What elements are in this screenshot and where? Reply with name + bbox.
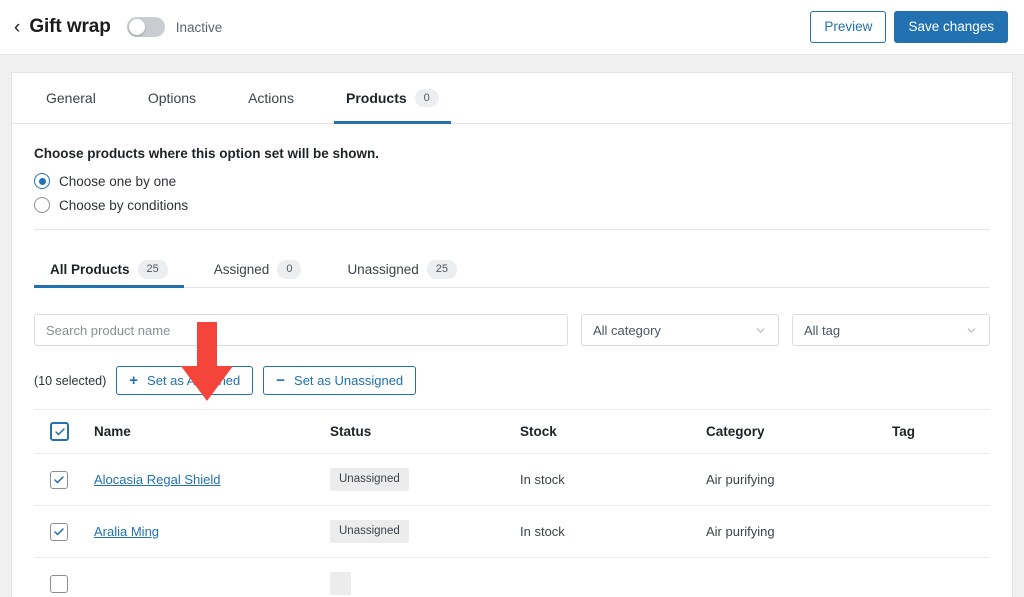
product-name-link[interactable]: Aralia Ming: [94, 524, 159, 539]
minus-icon: −: [276, 372, 286, 389]
back-chevron-icon[interactable]: ‹: [14, 18, 20, 37]
products-table-head: Name Status Stock Category Tag: [34, 409, 990, 454]
tab-actions[interactable]: Actions: [236, 73, 306, 123]
table-row: [34, 557, 990, 597]
subtab-all-products-label: All Products: [50, 262, 130, 277]
save-changes-button[interactable]: Save changes: [894, 11, 1008, 43]
row-tag-cell: [892, 453, 990, 506]
product-name-link[interactable]: Alocasia Regal Shield: [94, 472, 220, 487]
subtab-assigned-label: Assigned: [213, 262, 270, 277]
products-table-body: Alocasia Regal Shield Unassigned In stoc…: [34, 453, 990, 597]
selected-count-label: (10 selected): [34, 373, 107, 388]
select-all-checkbox[interactable]: [50, 422, 69, 441]
row-tag-cell: [892, 557, 990, 597]
column-header-name[interactable]: Name: [94, 409, 330, 454]
status-badge: Unassigned: [330, 468, 409, 491]
column-header-stock[interactable]: Stock: [520, 409, 706, 454]
row-checkbox[interactable]: [50, 470, 68, 489]
option-set-card: General Options Actions Products 0 Choos…: [11, 72, 1013, 597]
chevron-down-icon: [754, 324, 767, 337]
row-status-cell: Unassigned: [330, 505, 520, 558]
toggle-knob: [128, 19, 145, 35]
status-badge: Unassigned: [330, 520, 409, 543]
subtab-unassigned[interactable]: Unassigned 25: [331, 252, 473, 287]
top-bar: ‹ Gift wrap Inactive Preview Save change…: [0, 0, 1024, 55]
tab-general-label: General: [46, 90, 96, 106]
set-as-unassigned-label: Set as Unassigned: [294, 373, 404, 388]
set-as-unassigned-button[interactable]: − Set as Unassigned: [263, 366, 417, 395]
row-select-cell: [34, 505, 94, 558]
choose-prompt: Choose products where this option set wi…: [34, 146, 380, 161]
main-tab-bar: General Options Actions Products 0: [12, 73, 1012, 124]
row-checkbox[interactable]: [50, 574, 68, 593]
subtab-all-products[interactable]: All Products 25: [34, 252, 184, 288]
tab-products-label: Products: [345, 90, 407, 106]
set-as-assigned-label: Set as Assigned: [147, 373, 241, 388]
tab-options-label: Options: [147, 90, 197, 106]
column-header-tag[interactable]: Tag: [892, 409, 990, 454]
select-all-cell: [34, 409, 94, 454]
column-header-category[interactable]: Category: [706, 409, 892, 454]
category-select[interactable]: All category: [581, 314, 779, 346]
row-stock-cell: In stock: [520, 505, 706, 558]
row-select-cell: [34, 557, 94, 597]
row-status-cell: Unassigned: [330, 453, 520, 506]
subtab-unassigned-count: 25: [426, 260, 457, 279]
tag-select[interactable]: All tag: [792, 314, 990, 346]
row-category-cell: Air purifying: [706, 505, 892, 558]
active-toggle[interactable]: [126, 17, 165, 37]
column-header-status[interactable]: Status: [330, 409, 520, 454]
row-name-cell: [94, 557, 330, 597]
table-row: Aralia Ming Unassigned In stock Air puri…: [34, 505, 990, 558]
radio-choose-by-conditions[interactable]: Choose by conditions: [34, 197, 990, 213]
card-body: Choose products where this option set wi…: [12, 124, 1012, 597]
tab-options[interactable]: Options: [136, 73, 208, 123]
tab-actions-label: Actions: [248, 90, 294, 106]
radio-choose-one-by-one[interactable]: Choose one by one: [34, 173, 990, 189]
row-category-cell: Air purifying: [706, 453, 892, 506]
chevron-down-icon: [965, 324, 978, 337]
radio-by-conditions-label: Choose by conditions: [59, 197, 189, 213]
product-filter-tab-bar: All Products 25 Assigned 0 Unassigned 25: [34, 252, 990, 288]
tab-products-count: 0: [414, 88, 439, 108]
preview-button[interactable]: Preview: [810, 11, 887, 43]
row-category-cell: [706, 557, 892, 597]
toggle-status-label: Inactive: [175, 19, 223, 35]
section-divider: [34, 229, 990, 230]
row-stock-cell: [520, 557, 706, 597]
filter-row: All category All tag: [34, 314, 990, 346]
tab-products[interactable]: Products 0: [333, 73, 451, 124]
category-select-value: All category: [593, 322, 661, 338]
subtab-assigned[interactable]: Assigned 0: [198, 252, 318, 287]
table-header-row: Name Status Stock Category Tag: [34, 409, 990, 454]
row-name-cell: Aralia Ming: [94, 505, 330, 558]
row-tag-cell: [892, 505, 990, 558]
status-badge: [330, 572, 352, 595]
radio-one-by-one-icon: [34, 173, 50, 189]
subtab-assigned-count: 0: [277, 260, 302, 279]
bulk-action-bar: (10 selected) + Set as Assigned − Set as…: [34, 366, 990, 395]
search-input[interactable]: [34, 314, 568, 346]
row-name-cell: Alocasia Regal Shield: [94, 453, 330, 506]
tab-general[interactable]: General: [34, 73, 108, 123]
radio-one-by-one-label: Choose one by one: [59, 173, 177, 189]
plus-icon: +: [129, 372, 139, 389]
radio-by-conditions-icon: [34, 197, 50, 213]
subtab-all-products-count: 25: [137, 260, 168, 279]
page-title: Gift wrap: [29, 16, 111, 37]
row-status-cell: [330, 557, 520, 597]
topbar-actions: Preview Save changes: [810, 11, 1008, 43]
products-table: Name Status Stock Category Tag Alocasia …: [34, 409, 990, 597]
row-checkbox[interactable]: [50, 522, 68, 541]
row-stock-cell: In stock: [520, 453, 706, 506]
set-as-assigned-button[interactable]: + Set as Assigned: [116, 366, 254, 395]
tag-select-value: All tag: [804, 322, 841, 338]
subtab-unassigned-label: Unassigned: [347, 262, 419, 277]
table-row: Alocasia Regal Shield Unassigned In stoc…: [34, 453, 990, 506]
row-select-cell: [34, 453, 94, 506]
